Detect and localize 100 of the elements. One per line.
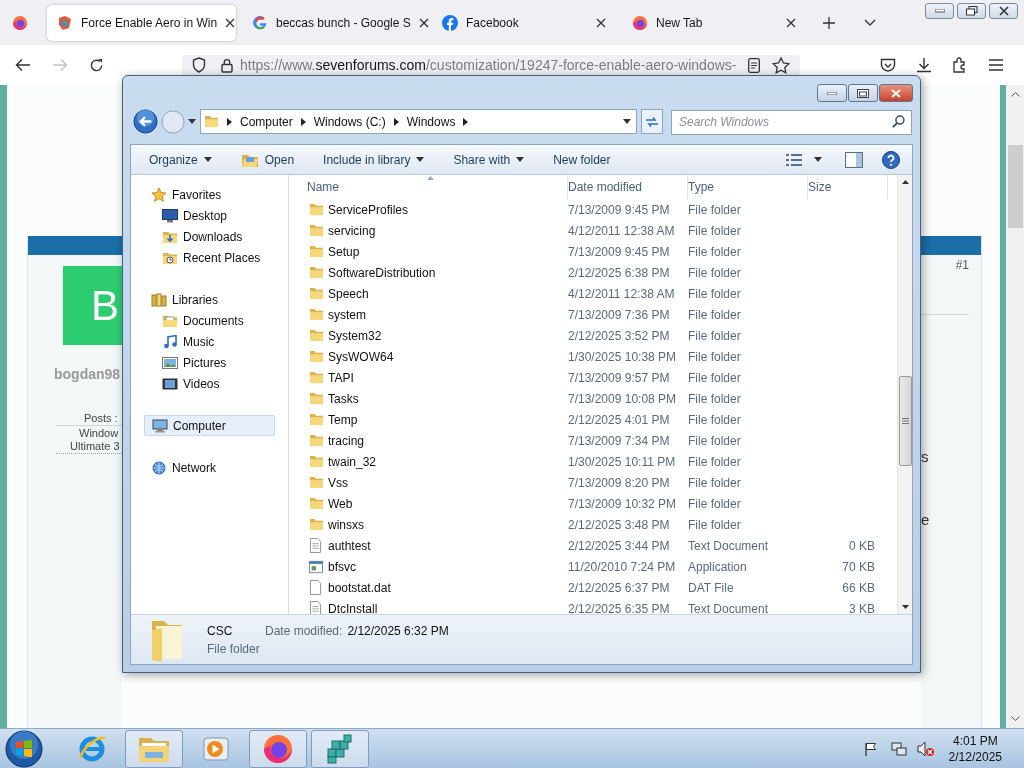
file-name[interactable]: Vss bbox=[328, 473, 568, 492]
refresh-button[interactable] bbox=[641, 109, 663, 134]
close-button[interactable] bbox=[989, 3, 1018, 19]
minimize-button[interactable] bbox=[817, 84, 847, 102]
scrollbar[interactable] bbox=[1006, 85, 1024, 728]
column-header[interactable]: Date modified bbox=[568, 175, 688, 199]
file-name[interactable]: twain_32 bbox=[328, 452, 568, 471]
address-bar[interactable]: https://www.sevenforums.com/customization/19247-force-enable-aero-windows- bbox=[182, 55, 800, 75]
file-name[interactable]: system bbox=[328, 305, 568, 324]
file-name[interactable]: authtest bbox=[328, 536, 568, 555]
download-icon[interactable] bbox=[916, 57, 932, 73]
column-header[interactable]: Size bbox=[808, 175, 888, 199]
column-header[interactable]: Type bbox=[688, 175, 808, 199]
blank-page-icon bbox=[309, 580, 322, 595]
scroll-down-icon[interactable] bbox=[1010, 716, 1020, 721]
flag-icon[interactable] bbox=[863, 741, 878, 756]
dropdown-caret-icon[interactable] bbox=[188, 119, 196, 124]
file-name[interactable]: Speech bbox=[328, 284, 568, 303]
file-name[interactable]: tracing bbox=[328, 431, 568, 450]
navigation-item[interactable]: Downloads bbox=[144, 226, 275, 247]
file-name[interactable]: servicing bbox=[328, 221, 568, 240]
close-button[interactable] bbox=[879, 84, 913, 102]
breadcrumb-item[interactable]: Windows bbox=[406, 112, 456, 131]
file-name[interactable]: ServiceProfiles bbox=[328, 200, 568, 219]
scrollbar-thumb[interactable] bbox=[1007, 145, 1023, 228]
file-name[interactable]: TAPI bbox=[328, 368, 568, 387]
back-arrow-icon[interactable] bbox=[15, 58, 31, 72]
chevron-right-icon[interactable] bbox=[393, 117, 399, 126]
chevron-right-icon[interactable] bbox=[300, 117, 306, 126]
clock[interactable]: 4:01 PM 2/12/2025 bbox=[948, 732, 1002, 765]
reader-view-icon[interactable] bbox=[748, 57, 760, 73]
navigation-item[interactable]: Favorites bbox=[144, 184, 275, 205]
puzzle-piece-icon[interactable] bbox=[952, 57, 968, 73]
breadcrumb-item[interactable]: Computer bbox=[240, 112, 293, 131]
file-name[interactable]: bootstat.dat bbox=[328, 578, 568, 597]
toolbar-button[interactable]: Organize bbox=[141, 147, 220, 172]
scroll-up-icon[interactable] bbox=[1010, 92, 1020, 97]
toolbar-button[interactable]: New folder bbox=[545, 147, 619, 172]
list-view-icon bbox=[786, 153, 802, 166]
chevron-right-icon[interactable] bbox=[227, 117, 232, 126]
file-name[interactable]: DtcInstall bbox=[328, 599, 568, 614]
preview-pane-icon[interactable] bbox=[845, 151, 863, 168]
navigation-item[interactable]: Documents bbox=[144, 310, 275, 331]
back-button[interactable] bbox=[133, 109, 158, 134]
navigation-item[interactable]: Computer bbox=[144, 415, 275, 436]
close-icon[interactable] bbox=[596, 17, 606, 28]
file-name[interactable]: SysWOW64 bbox=[328, 347, 568, 366]
file-name[interactable]: bfsvc bbox=[328, 557, 568, 576]
navigation-item[interactable]: Network bbox=[144, 457, 275, 478]
file-name[interactable]: SoftwareDistribution bbox=[328, 263, 568, 282]
close-icon[interactable] bbox=[225, 17, 236, 28]
firefox-logo-icon[interactable] bbox=[12, 14, 28, 31]
scroll-up-icon[interactable] bbox=[901, 180, 909, 184]
navigation-item[interactable]: Pictures bbox=[144, 352, 275, 373]
browser-tab[interactable]: beccas bunch - Google S bbox=[242, 4, 426, 41]
star-icon[interactable] bbox=[772, 56, 790, 74]
help-icon[interactable] bbox=[882, 150, 900, 169]
navigation-item[interactable]: Music bbox=[144, 331, 275, 352]
scroll-down-icon[interactable] bbox=[901, 605, 909, 609]
navigation-item[interactable]: Libraries bbox=[144, 289, 275, 310]
toolbar-button[interactable]: Share with bbox=[445, 147, 533, 172]
file-name[interactable]: Setup bbox=[328, 242, 568, 261]
close-icon[interactable] bbox=[786, 17, 796, 28]
navigation-item[interactable]: Videos bbox=[144, 373, 275, 394]
scrollbar[interactable] bbox=[897, 175, 912, 614]
breadcrumb-item[interactable]: Windows (C:) bbox=[313, 112, 386, 131]
taskbar-button[interactable] bbox=[249, 729, 307, 768]
address-field[interactable]: Computer Windows (C:) Windows bbox=[200, 109, 637, 134]
file-type: File folder bbox=[688, 453, 742, 471]
search-icon[interactable] bbox=[892, 115, 905, 128]
pocket-icon[interactable] bbox=[880, 57, 896, 73]
browser-tab[interactable]: New Tab bbox=[622, 4, 806, 41]
file-name[interactable]: Temp bbox=[328, 410, 568, 429]
maximize-button[interactable] bbox=[957, 3, 986, 19]
browser-tab[interactable]: Force Enable Aero in Win bbox=[47, 4, 236, 41]
browser-tab[interactable]: Facebook bbox=[432, 4, 616, 41]
taskbar-button[interactable] bbox=[311, 729, 369, 768]
navigation-item[interactable]: Recent Places bbox=[144, 247, 275, 268]
speaker-muted-icon[interactable] bbox=[916, 740, 935, 757]
reload-icon[interactable] bbox=[89, 57, 104, 73]
menu-icon[interactable] bbox=[988, 59, 1004, 71]
navigation-item[interactable]: Desktop bbox=[144, 205, 275, 226]
close-icon[interactable] bbox=[418, 17, 429, 28]
plus-icon[interactable] bbox=[823, 16, 835, 29]
file-name[interactable]: Tasks bbox=[328, 389, 568, 408]
start-button[interactable] bbox=[5, 729, 43, 768]
taskbar-button[interactable] bbox=[125, 729, 183, 768]
scrollbar-thumb[interactable] bbox=[898, 376, 912, 466]
dropdown-caret-icon[interactable] bbox=[623, 119, 631, 124]
shield-icon[interactable] bbox=[192, 57, 206, 73]
file-name[interactable]: Web bbox=[328, 494, 568, 513]
toolbar-button[interactable]: Include in library bbox=[315, 147, 433, 172]
file-name[interactable]: winsxs bbox=[328, 515, 568, 534]
search-field[interactable]: Search Windows bbox=[671, 109, 912, 135]
maximize-button[interactable] bbox=[848, 84, 878, 102]
chevron-down-icon[interactable] bbox=[864, 19, 876, 26]
chevron-right-icon[interactable] bbox=[463, 117, 469, 126]
toolbar-button[interactable]: Open bbox=[232, 147, 303, 172]
network-icon[interactable] bbox=[890, 740, 907, 757]
file-name[interactable]: System32 bbox=[328, 326, 568, 345]
